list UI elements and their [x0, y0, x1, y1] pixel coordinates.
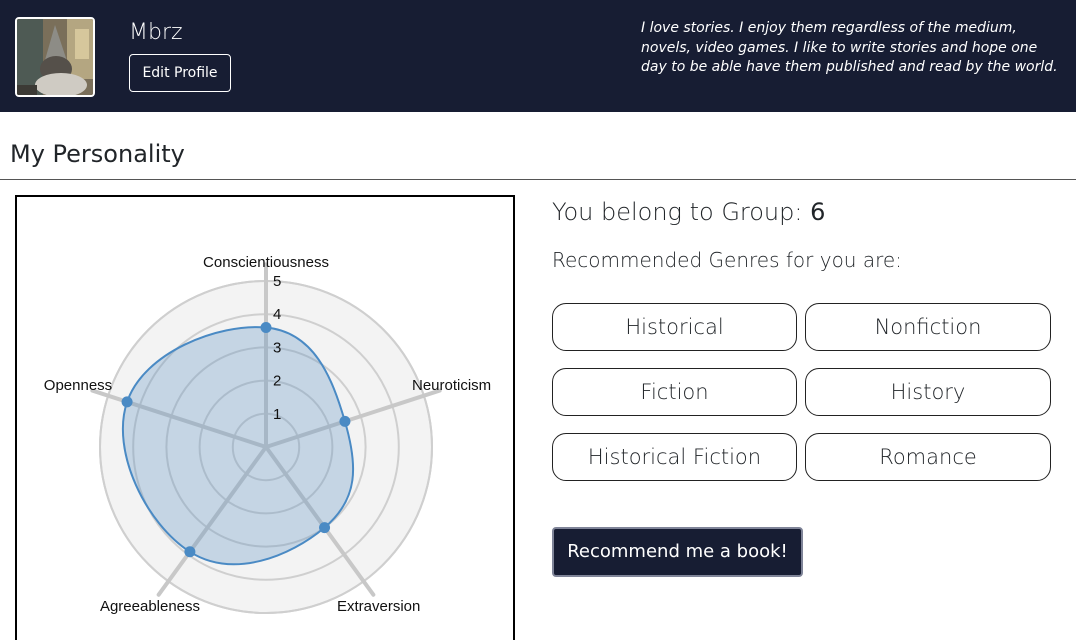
genre-button-fiction[interactable]: Fiction [552, 368, 797, 416]
radar-data-point [339, 415, 351, 427]
genre-button-history[interactable]: History [805, 368, 1051, 416]
section-divider [0, 179, 1076, 180]
group-assignment: You belong to Group: 6 [552, 198, 825, 226]
radar-tick-label: 4 [273, 306, 281, 323]
radar-axis-label: Extraversion [337, 598, 420, 615]
avatar [15, 17, 95, 97]
radar-tick-label: 2 [273, 373, 281, 390]
avatar-photo [17, 19, 93, 95]
radar-data-point [184, 546, 196, 558]
personality-radar-chart: 1 2 3 4 5 Conscientiousness Neuroticism Extrave… [15, 195, 515, 640]
radar-axis-label: Neuroticism [412, 377, 491, 394]
group-label: You belong to Group: [552, 198, 803, 226]
recommended-genres-title: Recommended Genres for you are: [552, 248, 902, 272]
radar-data-point [260, 321, 272, 333]
radar-axis-label: Conscientiousness [203, 254, 329, 271]
profile-header: Mbrz Edit Profile I love stories. I enjo… [0, 0, 1076, 112]
radar-svg: 1 2 3 4 5 Conscientiousness Neuroticism Extrave… [44, 254, 491, 615]
radar-data-point [121, 396, 133, 408]
profile-bio: I love stories. I enjoy them regardless … [641, 20, 1058, 75]
radar-data-point [319, 522, 331, 534]
radar-tick-label: 3 [273, 339, 281, 356]
group-number: 6 [810, 198, 826, 226]
genre-button-historical[interactable]: Historical [552, 303, 797, 351]
genre-button-historical-fiction[interactable]: Historical Fiction [552, 433, 797, 481]
radar-axis-label: Agreeableness [100, 598, 200, 615]
recommend-book-button[interactable]: Recommend me a book! [552, 527, 803, 577]
page-title: My Personality [10, 140, 185, 168]
radar-axis-label: Openness [44, 377, 112, 394]
edit-profile-button[interactable]: Edit Profile [129, 54, 231, 92]
genre-button-nonfiction[interactable]: Nonfiction [805, 303, 1051, 351]
username: Mbrz [129, 20, 183, 45]
genre-button-romance[interactable]: Romance [805, 433, 1051, 481]
radar-tick-label: 5 [273, 273, 281, 290]
radar-tick-label: 1 [273, 406, 281, 423]
